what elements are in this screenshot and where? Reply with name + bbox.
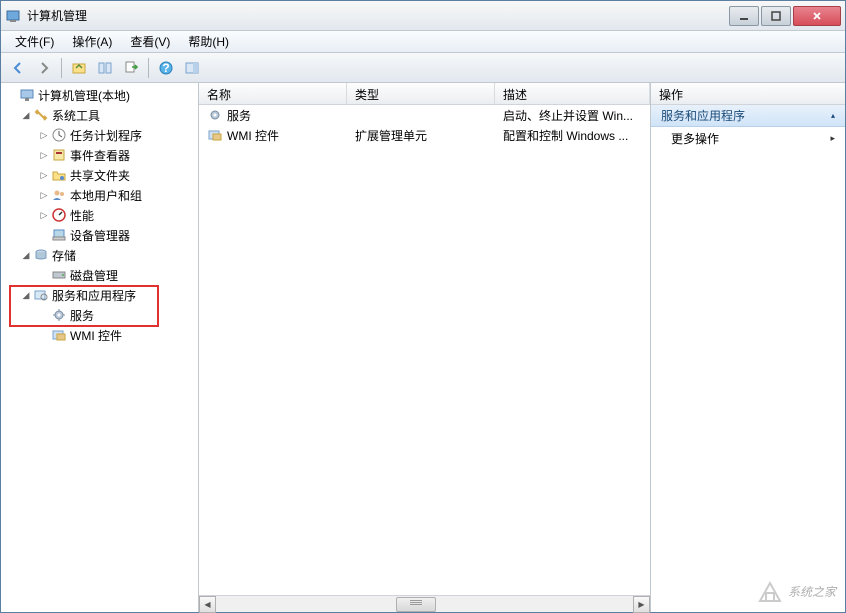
action-more[interactable]: 更多操作 <box>651 127 845 149</box>
list-body: 服务 启动、终止并设置 Win... WMI 控件 扩展管理单元 配置和控制 W… <box>199 105 650 595</box>
tree-label: 服务和应用程序 <box>52 287 136 304</box>
cell-name: 服务 <box>199 107 347 124</box>
list-panel: 名称 类型 描述 服务 启动、终止并设置 Win... WMI 控件 <box>199 83 651 612</box>
expander-icon[interactable]: ▷ <box>37 150 51 161</box>
col-type[interactable]: 类型 <box>347 83 495 104</box>
performance-icon <box>51 207 67 223</box>
action-section[interactable]: 服务和应用程序 <box>651 105 845 127</box>
clock-icon <box>51 127 67 143</box>
window-title: 计算机管理 <box>27 7 729 24</box>
gear-icon <box>51 307 67 323</box>
col-description[interactable]: 描述 <box>495 83 650 104</box>
action-panel: 操作 服务和应用程序 更多操作 <box>651 83 845 612</box>
gear-icon <box>207 107 223 123</box>
properties-button[interactable] <box>94 57 116 79</box>
expander-icon[interactable]: ▷ <box>37 170 51 181</box>
event-icon <box>51 147 67 163</box>
tree-label: 设备管理器 <box>70 227 130 244</box>
expander-icon[interactable]: ▷ <box>37 190 51 201</box>
tree-label: 任务计划程序 <box>70 127 142 144</box>
folder-share-icon <box>51 167 67 183</box>
tree-root[interactable]: 计算机管理(本地) <box>1 85 198 105</box>
export-button[interactable] <box>120 57 142 79</box>
cell-description: 启动、终止并设置 Win... <box>495 107 650 124</box>
window-buttons <box>729 6 841 26</box>
menu-file[interactable]: 文件(F) <box>7 31 62 52</box>
wmi-icon <box>51 327 67 343</box>
tree-label: 事件查看器 <box>70 147 130 164</box>
action-header: 操作 <box>651 83 845 105</box>
tree-device-manager[interactable]: 设备管理器 <box>1 225 198 245</box>
cell-description: 配置和控制 Windows ... <box>495 127 650 144</box>
minimize-button[interactable] <box>729 6 759 26</box>
computer-icon <box>19 87 35 103</box>
horizontal-scrollbar[interactable]: ◀ ▶ <box>199 595 650 612</box>
tree-system-tools[interactable]: ◢ 系统工具 <box>1 105 198 125</box>
expander-icon[interactable]: ◢ <box>19 290 33 301</box>
cell-text: WMI 控件 <box>227 127 279 144</box>
menu-action[interactable]: 操作(A) <box>64 31 120 52</box>
main-window: 计算机管理 文件(F) 操作(A) 查看(V) 帮助(H) ? 计算机管理(本地… <box>0 0 846 613</box>
toolbar: ? <box>1 53 845 83</box>
tree-label: 存储 <box>52 247 76 264</box>
cell-text: 服务 <box>227 107 251 124</box>
list-row[interactable]: 服务 启动、终止并设置 Win... <box>199 105 650 125</box>
tree-label: 计算机管理(本地) <box>38 87 130 104</box>
maximize-button[interactable] <box>761 6 791 26</box>
expander-icon[interactable]: ▷ <box>37 130 51 141</box>
tree-event-viewer[interactable]: ▷ 事件查看器 <box>1 145 198 165</box>
col-name[interactable]: 名称 <box>199 83 347 104</box>
tree-services-apps[interactable]: ◢ 服务和应用程序 <box>1 285 198 305</box>
expander-icon[interactable]: ◢ <box>19 250 33 261</box>
tree-label: 磁盘管理 <box>70 267 118 284</box>
list-row[interactable]: WMI 控件 扩展管理单元 配置和控制 Windows ... <box>199 125 650 145</box>
toolbar-separator <box>61 58 62 78</box>
tools-icon <box>33 107 49 123</box>
tree-performance[interactable]: ▷ 性能 <box>1 205 198 225</box>
expander-icon[interactable]: ◢ <box>19 110 33 121</box>
tree-wmi-control[interactable]: WMI 控件 <box>1 325 198 345</box>
close-button[interactable] <box>793 6 841 26</box>
scroll-thumb[interactable] <box>396 597 436 612</box>
users-icon <box>51 187 67 203</box>
scroll-track[interactable] <box>216 596 633 613</box>
tree-services[interactable]: 服务 <box>1 305 198 325</box>
content-area: 计算机管理(本地) ◢ 系统工具 ▷ 任务计划程序 ▷ 事件查看器 ▷ 共享文件… <box>1 83 845 612</box>
tree-panel: 计算机管理(本地) ◢ 系统工具 ▷ 任务计划程序 ▷ 事件查看器 ▷ 共享文件… <box>1 83 199 612</box>
disk-icon <box>51 267 67 283</box>
tree-label: WMI 控件 <box>70 327 122 344</box>
tree-storage[interactable]: ◢ 存储 <box>1 245 198 265</box>
tree-label: 本地用户和组 <box>70 187 142 204</box>
svg-text:?: ? <box>162 61 169 75</box>
help-button[interactable]: ? <box>155 57 177 79</box>
tree-disk-management[interactable]: 磁盘管理 <box>1 265 198 285</box>
tree-task-scheduler[interactable]: ▷ 任务计划程序 <box>1 125 198 145</box>
up-button[interactable] <box>68 57 90 79</box>
tree-label: 共享文件夹 <box>70 167 130 184</box>
expander-icon[interactable]: ▷ <box>37 210 51 221</box>
storage-icon <box>33 247 49 263</box>
tree-label: 服务 <box>70 307 94 324</box>
tree-label: 性能 <box>70 207 94 224</box>
tree-label: 系统工具 <box>52 107 100 124</box>
menu-view[interactable]: 查看(V) <box>122 31 178 52</box>
tree-local-users[interactable]: ▷ 本地用户和组 <box>1 185 198 205</box>
app-icon <box>5 8 21 24</box>
show-hide-button[interactable] <box>181 57 203 79</box>
forward-button[interactable] <box>33 57 55 79</box>
menu-help[interactable]: 帮助(H) <box>180 31 237 52</box>
cell-name: WMI 控件 <box>199 127 347 144</box>
tree-shared-folders[interactable]: ▷ 共享文件夹 <box>1 165 198 185</box>
device-icon <box>51 227 67 243</box>
toolbar-separator <box>148 58 149 78</box>
menubar: 文件(F) 操作(A) 查看(V) 帮助(H) <box>1 31 845 53</box>
scroll-right-button[interactable]: ▶ <box>633 596 650 613</box>
titlebar[interactable]: 计算机管理 <box>1 1 845 31</box>
services-apps-icon <box>33 287 49 303</box>
list-header: 名称 类型 描述 <box>199 83 650 105</box>
wmi-icon <box>207 127 223 143</box>
scroll-left-button[interactable]: ◀ <box>199 596 216 613</box>
back-button[interactable] <box>7 57 29 79</box>
cell-type: 扩展管理单元 <box>347 127 495 144</box>
